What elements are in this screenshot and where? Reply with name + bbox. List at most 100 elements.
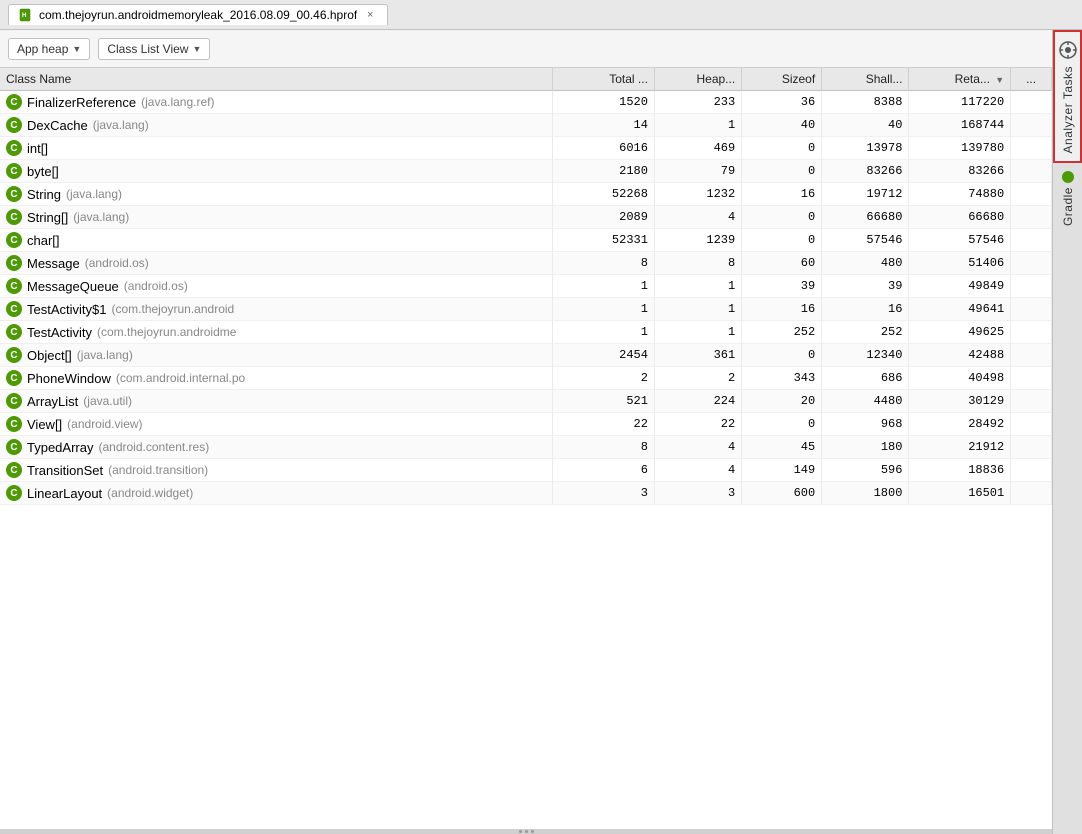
- table-row[interactable]: CString[] (java.lang)2089406668066680: [0, 206, 1052, 229]
- file-tab[interactable]: H com.thejoyrun.androidmemoryleak_2016.0…: [8, 4, 388, 25]
- cell-sizeof: 20: [742, 390, 822, 413]
- cell-heap: 1: [654, 114, 741, 137]
- cell-retained: 42488: [909, 344, 1011, 367]
- class-cell: CDexCache (java.lang): [6, 117, 546, 133]
- heap-dropdown[interactable]: App heap ▼: [8, 38, 90, 60]
- table-row[interactable]: Cint[]6016469013978139780: [0, 137, 1052, 160]
- cell-shallow: 480: [822, 252, 909, 275]
- resize-handle[interactable]: [0, 829, 1052, 834]
- table-row[interactable]: CTestActivity$1 (com.thejoyrun.android11…: [0, 298, 1052, 321]
- cell-retained: 49641: [909, 298, 1011, 321]
- cell-sizeof: 36: [742, 91, 822, 114]
- title-bar: H com.thejoyrun.androidmemoryleak_2016.0…: [0, 0, 1082, 30]
- class-badge: C: [6, 370, 22, 386]
- class-name: FinalizerReference: [27, 95, 136, 110]
- class-package: (com.thejoyrun.android: [111, 302, 234, 316]
- col-header-heap[interactable]: Heap...: [654, 68, 741, 91]
- class-badge: C: [6, 347, 22, 363]
- table-body: CFinalizerReference (java.lang.ref)15202…: [0, 91, 1052, 505]
- cell-heap: 233: [654, 91, 741, 114]
- class-cell: CString[] (java.lang): [6, 209, 546, 225]
- close-tab-button[interactable]: ×: [363, 8, 377, 22]
- cell-sizeof: 40: [742, 114, 822, 137]
- cell-shallow: 19712: [822, 183, 909, 206]
- tab-label: com.thejoyrun.androidmemoryleak_2016.08.…: [39, 8, 357, 22]
- gradle-icon: [1062, 171, 1074, 183]
- col-header-retained[interactable]: Reta... ▼: [909, 68, 1011, 91]
- table-row[interactable]: CView[] (android.view)2222096828492: [0, 413, 1052, 436]
- view-dropdown-arrow: ▼: [192, 44, 201, 54]
- table-row[interactable]: CArrayList (java.util)52122420448030129: [0, 390, 1052, 413]
- cell-heap: 1: [654, 298, 741, 321]
- cell-shallow: 1800: [822, 482, 909, 505]
- table-row[interactable]: Cchar[]52331123905754657546: [0, 229, 1052, 252]
- cell-heap: 79: [654, 160, 741, 183]
- table-row[interactable]: Cbyte[]21807908326683266: [0, 160, 1052, 183]
- col-header-sizeof[interactable]: Sizeof: [742, 68, 822, 91]
- class-package: (java.lang): [73, 210, 129, 224]
- col-header-more[interactable]: ...: [1011, 68, 1052, 91]
- cell-retained: 51406: [909, 252, 1011, 275]
- table-row[interactable]: CFinalizerReference (java.lang.ref)15202…: [0, 91, 1052, 114]
- cell-total: 8: [553, 252, 655, 275]
- class-cell: CTestActivity (com.thejoyrun.androidme: [6, 324, 546, 340]
- table-row[interactable]: CString (java.lang)522681232161971274880: [0, 183, 1052, 206]
- view-dropdown[interactable]: Class List View ▼: [98, 38, 210, 60]
- table-row[interactable]: CPhoneWindow (com.android.internal.po223…: [0, 367, 1052, 390]
- cell-sizeof: 16: [742, 298, 822, 321]
- table-row[interactable]: CLinearLayout (android.widget)3360018001…: [0, 482, 1052, 505]
- class-cell: CPhoneWindow (com.android.internal.po: [6, 370, 546, 386]
- col-header-shallow[interactable]: Shall...: [822, 68, 909, 91]
- cell-sizeof: 0: [742, 344, 822, 367]
- col-header-total[interactable]: Total ...: [553, 68, 655, 91]
- cell-more: [1011, 482, 1052, 505]
- cell-shallow: 12340: [822, 344, 909, 367]
- cell-shallow: 40: [822, 114, 909, 137]
- cell-total: 52331: [553, 229, 655, 252]
- class-package: (java.util): [83, 394, 132, 408]
- cell-retained: 16501: [909, 482, 1011, 505]
- cell-total: 6: [553, 459, 655, 482]
- sort-indicator: ▼: [995, 75, 1004, 85]
- cell-retained: 30129: [909, 390, 1011, 413]
- analyzer-icon: [1058, 40, 1078, 60]
- analyzer-tasks-panel[interactable]: Analyzer Tasks: [1053, 30, 1082, 163]
- table-row[interactable]: CDexCache (java.lang)1414040168744: [0, 114, 1052, 137]
- class-badge: C: [6, 140, 22, 156]
- cell-total: 8: [553, 436, 655, 459]
- table-row[interactable]: CMessage (android.os)886048051406: [0, 252, 1052, 275]
- cell-total: 1: [553, 321, 655, 344]
- class-name: byte[]: [27, 164, 59, 179]
- class-badge: C: [6, 439, 22, 455]
- class-package: (android.view): [67, 417, 142, 431]
- cell-sizeof: 149: [742, 459, 822, 482]
- table-row[interactable]: CTypedArray (android.content.res)8445180…: [0, 436, 1052, 459]
- cell-more: [1011, 275, 1052, 298]
- cell-more: [1011, 137, 1052, 160]
- cell-total: 1: [553, 298, 655, 321]
- table-row[interactable]: CObject[] (java.lang)245436101234042488: [0, 344, 1052, 367]
- table-row[interactable]: CTestActivity (com.thejoyrun.androidme11…: [0, 321, 1052, 344]
- cell-retained: 66680: [909, 206, 1011, 229]
- cell-sizeof: 0: [742, 160, 822, 183]
- cell-shallow: 66680: [822, 206, 909, 229]
- class-name: Message: [27, 256, 80, 271]
- cell-more: [1011, 436, 1052, 459]
- class-cell: Cbyte[]: [6, 163, 546, 179]
- table-row[interactable]: CMessageQueue (android.os)11393949849: [0, 275, 1052, 298]
- cell-retained: 49849: [909, 275, 1011, 298]
- cell-total: 521: [553, 390, 655, 413]
- gradle-tab[interactable]: Gradle: [1053, 163, 1082, 834]
- col-header-class[interactable]: Class Name: [0, 68, 553, 91]
- class-package: (android.os): [85, 256, 149, 270]
- cell-more: [1011, 413, 1052, 436]
- cell-more: [1011, 344, 1052, 367]
- table-row[interactable]: CTransitionSet (android.transition)64149…: [0, 459, 1052, 482]
- cell-more: [1011, 229, 1052, 252]
- heap-dropdown-arrow: ▼: [72, 44, 81, 54]
- cell-heap: 3: [654, 482, 741, 505]
- cell-shallow: 8388: [822, 91, 909, 114]
- class-badge: C: [6, 209, 22, 225]
- cell-total: 52268: [553, 183, 655, 206]
- class-badge: C: [6, 485, 22, 501]
